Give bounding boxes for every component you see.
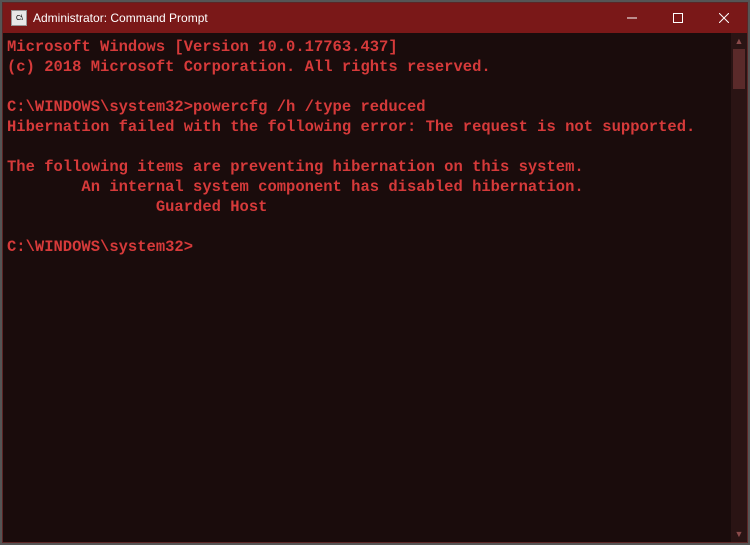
command-prompt-window: C:\ Administrator: Command Prompt Micros… (2, 2, 748, 543)
header-line-1: Microsoft Windows [Version 10.0.17763.43… (7, 38, 398, 56)
prompt-1: C:\WINDOWS\system32> (7, 98, 193, 116)
vertical-scrollbar[interactable]: ▲ ▼ (731, 33, 747, 542)
titlebar[interactable]: C:\ Administrator: Command Prompt (3, 3, 747, 33)
window-title: Administrator: Command Prompt (33, 11, 609, 25)
window-controls (609, 3, 747, 33)
close-button[interactable] (701, 3, 747, 33)
close-icon (719, 13, 729, 23)
maximize-icon (673, 13, 683, 23)
cmd-icon: C:\ (11, 10, 27, 26)
scroll-up-arrow-icon[interactable]: ▲ (731, 33, 747, 49)
prompt-2: C:\WINDOWS\system32> (7, 238, 193, 256)
minimize-icon (627, 13, 637, 23)
minimize-button[interactable] (609, 3, 655, 33)
maximize-button[interactable] (655, 3, 701, 33)
info-line-1: The following items are preventing hiber… (7, 158, 584, 176)
command-1: powercfg /h /type reduced (193, 98, 426, 116)
terminal-area[interactable]: Microsoft Windows [Version 10.0.17763.43… (3, 33, 747, 542)
scroll-thumb[interactable] (733, 49, 745, 89)
header-line-2: (c) 2018 Microsoft Corporation. All righ… (7, 58, 491, 76)
info-line-2: An internal system component has disable… (7, 178, 584, 196)
error-line: Hibernation failed with the following er… (7, 118, 695, 136)
scroll-down-arrow-icon[interactable]: ▼ (731, 526, 747, 542)
info-line-3: Guarded Host (7, 198, 267, 216)
cursor (193, 238, 202, 256)
